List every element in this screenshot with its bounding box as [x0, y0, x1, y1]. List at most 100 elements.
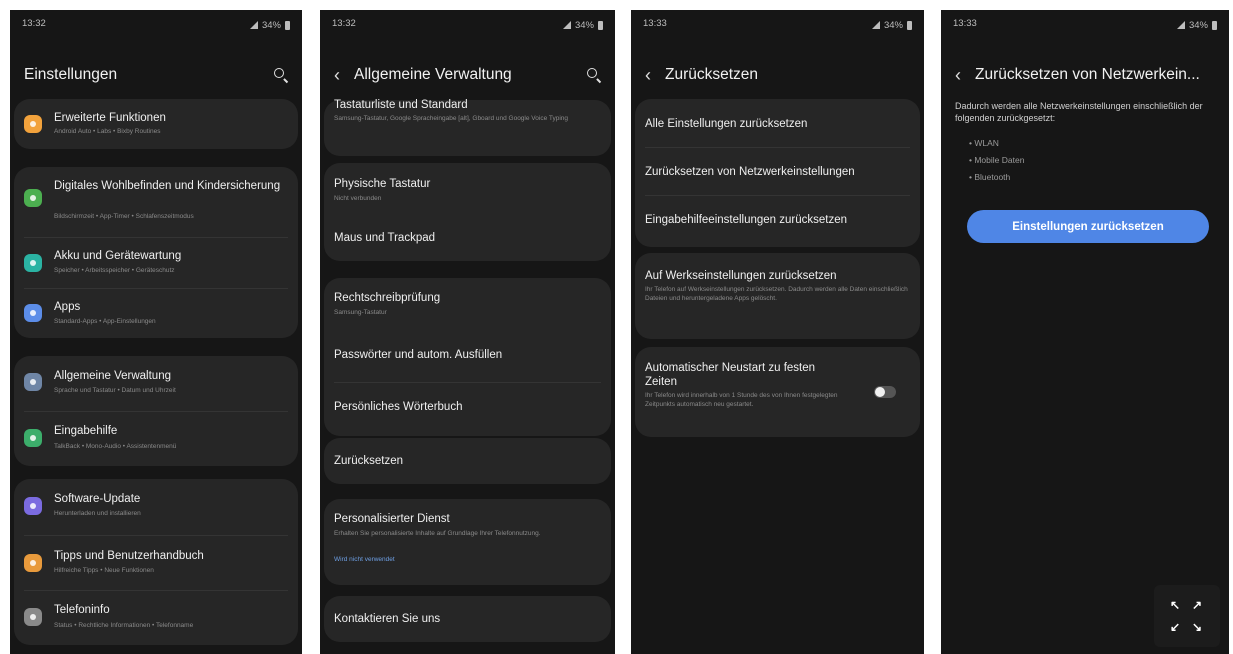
item-title: Rechtschreibprüfung [334, 292, 441, 304]
item-title: Zurücksetzen von Netzwerkeinstellungen [645, 166, 855, 178]
bullet-item: • Bluetooth [969, 172, 1011, 182]
item-subtitle: Ihr Telefon wird innerhalb von 1 Stunde … [645, 392, 838, 408]
auto-restart-toggle[interactable] [874, 386, 896, 398]
item-title: Kontaktieren Sie uns [334, 613, 441, 625]
item-title: Tastaturliste und Standard [334, 99, 468, 111]
page-title: Allgemeine Verwaltung [354, 66, 512, 83]
battery-level: 34% [261, 19, 281, 31]
status-time: 13:32 [22, 18, 46, 29]
back-arrow-icon[interactable]: ‹ [334, 66, 340, 84]
settings-item-allgemeine-verwaltung[interactable]: Allgemeine Verwaltung Sprache und Tastat… [14, 356, 298, 409]
battery-icon [907, 20, 912, 30]
status-time: 13:33 [643, 18, 667, 29]
settings-group: Personalisierter Dienst Erhalten Sie per… [324, 499, 611, 585]
item-subtitle: Bildschirmzeit • App-Timer • Schlafensze… [54, 213, 194, 220]
item-title: Automatischer Neustart zu festen Zeiten [645, 362, 816, 388]
status-time: 13:32 [332, 18, 356, 29]
reset-all-settings[interactable]: Alle Einstellungen zurücksetzen [635, 99, 920, 147]
settings-item-akku[interactable]: Akku und Gerätewartung Speicher • Arbeit… [14, 239, 298, 287]
item-title: Persönliches Wörterbuch [334, 401, 463, 413]
settings-group: Alle Einstellungen zurücksetzen Zurückse… [635, 99, 920, 247]
settings-item-physische-tastatur[interactable]: Physische Tastatur Nicht verbunden [324, 163, 611, 211]
item-subtitle: Hilfreiche Tipps • Neue Funktionen [54, 567, 154, 574]
page-title: Zurücksetzen [665, 66, 759, 83]
item-title: Zurücksetzen [334, 455, 404, 467]
apps-icon [24, 304, 42, 322]
status-time: 13:33 [953, 18, 977, 29]
battery-level: 34% [883, 19, 903, 31]
settings-item-tastaturliste[interactable]: Tastaturliste und Standard Samsung-Tasta… [324, 99, 611, 156]
item-title: Akku und Gerätewartung [54, 250, 182, 262]
item-title: Apps [54, 301, 81, 313]
settings-group: Physische Tastatur Nicht verbunden Maus … [324, 163, 611, 261]
item-title: Allgemeine Verwaltung [54, 370, 171, 382]
settings-group: Rechtschreibprüfung Samsung-Tastatur Pas… [324, 278, 611, 436]
signal-icon [871, 21, 880, 29]
search-icon[interactable] [274, 68, 288, 82]
back-arrow-icon[interactable]: ‹ [955, 66, 961, 84]
settings-item-personalisierter-dienst[interactable]: Personalisierter Dienst Erhalten Sie per… [324, 499, 611, 585]
settings-item-eingabehilfe[interactable]: Eingabehilfe TalkBack • Mono-Audio • Ass… [14, 413, 298, 466]
item-title: Auf Werkseinstellungen zurücksetzen [645, 270, 837, 282]
reset-accessibility-settings[interactable]: Eingabehilfeeinstellungen zurücksetzen [635, 197, 920, 247]
settings-item-telefoninfo[interactable]: Telefoninfo Status • Rechtliche Informat… [14, 592, 298, 645]
item-title: Tipps und Benutzerhandbuch [54, 550, 204, 562]
page-title: Zurücksetzen von Netzwerkein... [975, 66, 1200, 83]
settings-item-rechtschreibpruefung[interactable]: Rechtschreibprüfung Samsung-Tastatur [324, 278, 611, 328]
battery-icon [285, 20, 290, 30]
auto-restart[interactable]: Automatischer Neustart zu festen Zeiten … [635, 347, 920, 437]
item-subtitle: Herunterladen und installieren [54, 510, 141, 517]
settings-item-apps[interactable]: Apps Standard-Apps • App-Einstellungen [14, 290, 298, 338]
expand-arrow-icon: ↘ [1192, 620, 1203, 634]
reset-description: Dadurch werden alle Netzwerkeinstellunge… [955, 101, 1203, 123]
settings-item-digitales-wohlbefinden[interactable]: Digitales Wohlbefinden und Kindersicheru… [14, 167, 298, 233]
settings-item-kontakt[interactable]: Kontaktieren Sie uns [324, 596, 611, 642]
settings-group: Software-Update Herunterladen und instal… [14, 479, 298, 645]
page-title: Einstellungen [24, 66, 118, 83]
settings-item-passwoerter[interactable]: Passwörter und autom. Ausfüllen [324, 330, 611, 380]
settings-item-woerterbuch[interactable]: Persönliches Wörterbuch [324, 384, 611, 436]
bullet-item: • Mobile Daten [969, 155, 1025, 165]
item-status-link[interactable]: Wird nicht verwendet [334, 555, 601, 564]
bullet-item: • WLAN [969, 138, 999, 148]
settings-item-erweiterte-funktionen[interactable]: Erweiterte Funktionen Android Auto • Lab… [14, 99, 298, 149]
item-subtitle: Samsung-Tastatur [334, 309, 387, 316]
battery-care-icon [24, 254, 42, 272]
item-subtitle: Standard-Apps • App-Einstellungen [54, 318, 156, 325]
item-title: Alle Einstellungen zurücksetzen [645, 118, 808, 130]
expand-arrow-icon: ↙ [1170, 620, 1181, 634]
settings-group: Digitales Wohlbefinden und Kindersicheru… [14, 167, 298, 338]
item-title: Personalisierter Dienst [334, 513, 450, 525]
reset-settings-button[interactable]: Einstellungen zurücksetzen [967, 210, 1209, 243]
reset-network-settings[interactable]: Zurücksetzen von Netzwerkeinstellungen [635, 149, 920, 195]
settings-item-zuruecksetzen[interactable]: Zurücksetzen [324, 438, 611, 484]
item-title: Eingabehilfeeinstellungen zurücksetzen [645, 214, 848, 226]
item-title: Digitales Wohlbefinden und Kindersicheru… [54, 180, 281, 192]
settings-item-tipps[interactable]: Tipps und Benutzerhandbuch Hilfreiche Ti… [14, 537, 298, 589]
search-icon[interactable] [587, 68, 601, 82]
info-icon [24, 608, 42, 626]
item-subtitle: Speicher • Arbeitsspeicher • Geräteschut… [54, 267, 175, 274]
battery-icon [598, 20, 603, 30]
expand-fullscreen-button[interactable]: ↖ ↗ ↙ ↘ [1154, 585, 1220, 647]
signal-icon [1176, 21, 1185, 29]
item-title: Erweiterte Funktionen [54, 112, 166, 124]
item-title: Telefoninfo [54, 604, 110, 616]
accessibility-icon [24, 429, 42, 447]
item-subtitle: Android Auto • Labs • Bixby Routines [54, 128, 161, 135]
status-bar: 13:33 34% [953, 18, 1217, 32]
status-bar: 13:32 34% [332, 18, 603, 32]
settings-item-maus-trackpad[interactable]: Maus und Trackpad [324, 213, 611, 261]
settings-item-software-update[interactable]: Software-Update Herunterladen und instal… [14, 479, 298, 532]
item-subtitle: Status • Rechtliche Informationen • Tele… [54, 622, 194, 629]
settings-group: Allgemeine Verwaltung Sprache und Tastat… [14, 356, 298, 466]
settings-group: Tastaturliste und Standard Samsung-Tasta… [324, 99, 611, 156]
factory-reset[interactable]: Auf Werkseinstellungen zurücksetzen Ihr … [635, 253, 920, 339]
wellbeing-icon [24, 189, 42, 207]
settings-group: Erweiterte Funktionen Android Auto • Lab… [14, 99, 298, 149]
back-arrow-icon[interactable]: ‹ [645, 66, 651, 84]
item-subtitle: Ihr Telefon auf Werkseinstellungen zurüc… [645, 286, 908, 302]
sliders-icon [24, 373, 42, 391]
expand-arrow-icon: ↗ [1192, 598, 1203, 612]
update-icon [24, 497, 42, 515]
